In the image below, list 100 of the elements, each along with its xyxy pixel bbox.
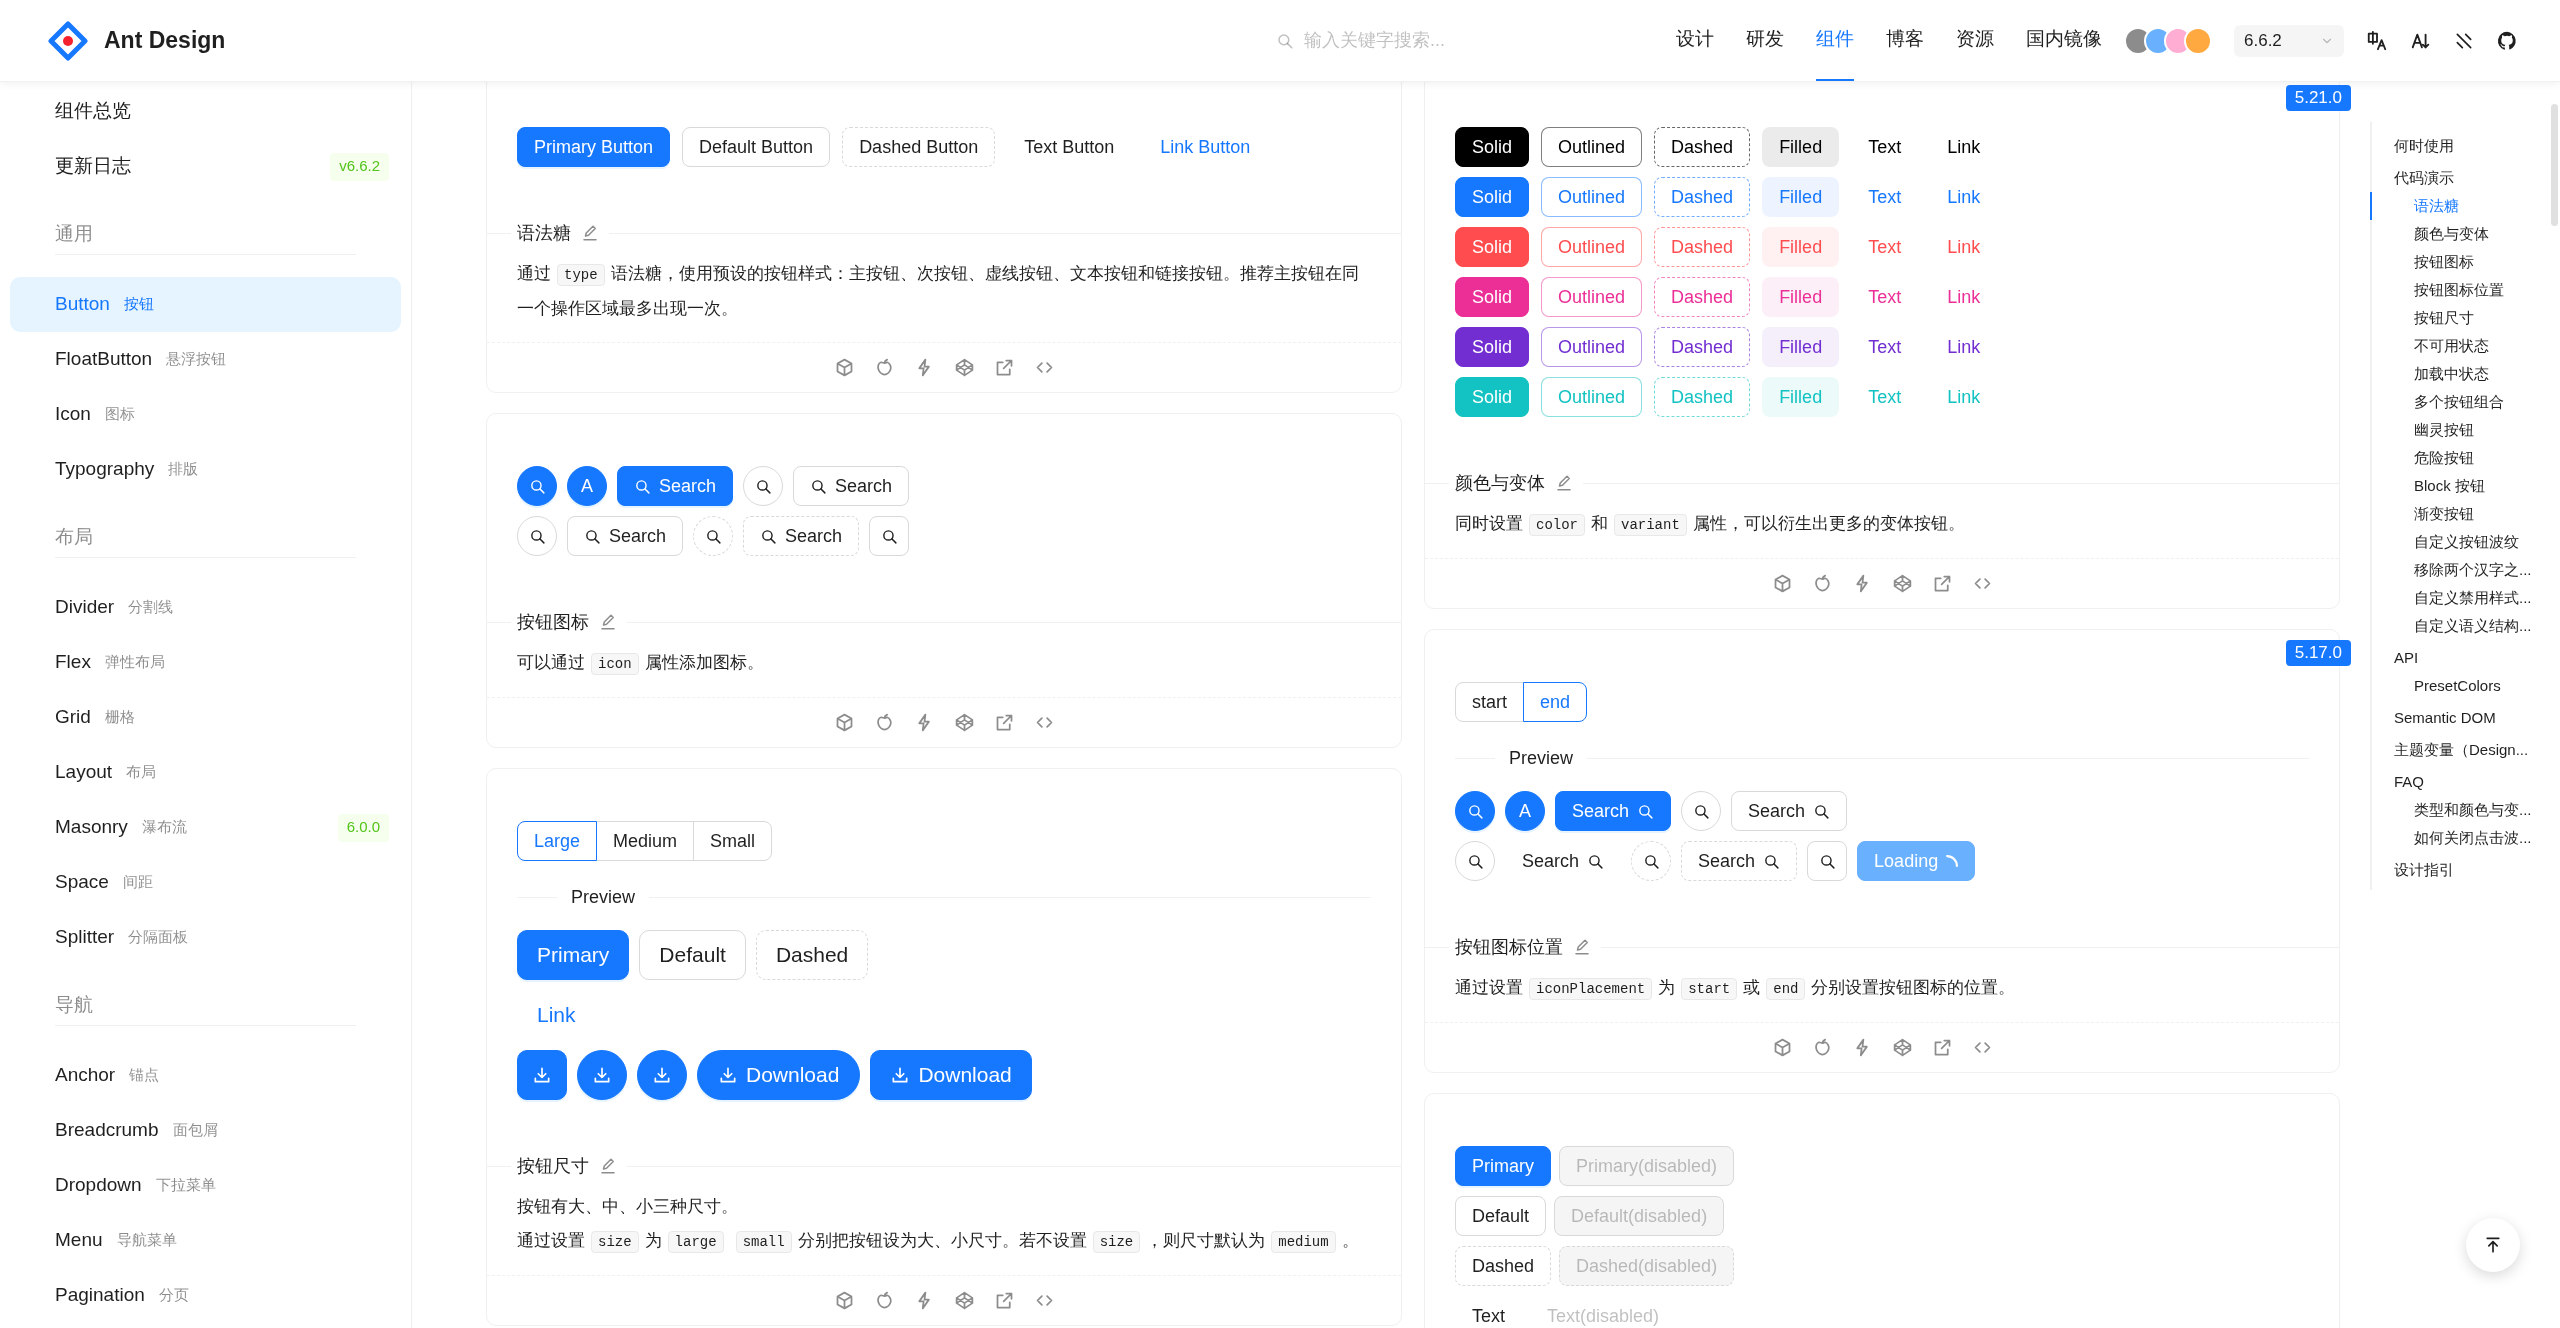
text-button[interactable]: Text — [1851, 277, 1919, 317]
solid-button[interactable]: Solid — [1455, 177, 1530, 217]
toc-link[interactable]: 代码演示 — [2370, 164, 2550, 192]
primary-button[interactable]: A — [1505, 791, 1545, 831]
sidebar-item[interactable]: Typography 排版 — [10, 442, 401, 497]
icon-button[interactable] — [517, 466, 557, 506]
back-to-top-button[interactable] — [2466, 1218, 2520, 1272]
toc-link[interactable]: 自定义语义结构... — [2370, 612, 2550, 640]
sidebar-item[interactable]: Flex 弹性布局 — [10, 635, 401, 690]
primary-button[interactable]: Download — [697, 1050, 861, 1100]
outlined-button[interactable]: Outlined — [1541, 177, 1643, 217]
sidebar-item[interactable]: Masonry 瀑布流 6.0.0 — [10, 800, 401, 855]
site-name[interactable]: Ant Design — [104, 23, 226, 58]
nav-tab[interactable]: 设计 — [1676, 0, 1714, 81]
toc-link[interactable]: 危险按钮 — [2370, 444, 2550, 472]
scrollbar-thumb[interactable] — [2551, 104, 2558, 226]
primary-button[interactable]: Primary Button — [517, 127, 671, 167]
toc-link[interactable]: 设计指引 — [2370, 856, 2550, 884]
icon-button[interactable] — [517, 1050, 567, 1100]
primary-button[interactable]: Download — [870, 1050, 1032, 1100]
hexagon-icon[interactable] — [953, 1290, 975, 1311]
sidebar-item[interactable]: Divider 分割线 — [10, 580, 401, 635]
toc-link[interactable]: 何时使用 — [2370, 132, 2550, 160]
sidebar-item[interactable]: Dropdown 下拉菜单 — [10, 1158, 401, 1213]
toc-link[interactable]: 颜色与变体 — [2370, 220, 2550, 248]
sidebar-item[interactable]: Grid 栅格 — [10, 690, 401, 745]
outlined-button[interactable]: Outlined — [1541, 277, 1643, 317]
link-button[interactable]: Link Button — [1143, 127, 1268, 167]
outlined-button[interactable]: Outlined — [1541, 327, 1643, 367]
sidebar-item[interactable]: FloatButton 悬浮按钮 — [10, 332, 401, 387]
sidebar-item[interactable]: Space 间距 — [10, 855, 401, 910]
outlined-button[interactable]: Outlined — [1541, 127, 1643, 167]
toc-link[interactable]: 按钮图标 — [2370, 248, 2550, 276]
dashed-button[interactable]: Search — [1681, 841, 1798, 881]
sidebar-item[interactable]: Anchor 锚点 — [10, 1048, 401, 1103]
toc-link[interactable]: PresetColors — [2370, 672, 2550, 700]
sidebar-item[interactable]: 更新日志 v6.6.2 — [10, 139, 401, 194]
search-field[interactable]: 输入关键字搜索... — [1304, 27, 1544, 54]
solid-button[interactable]: Solid — [1455, 327, 1530, 367]
translate-icon[interactable] — [2366, 29, 2388, 52]
default-button[interactable]: Default Button — [682, 127, 831, 167]
text-button[interactable]: Text — [1455, 1296, 1522, 1328]
solid-button[interactable]: Solid — [1455, 127, 1530, 167]
default-button[interactable]: Search — [1731, 791, 1848, 831]
segment-option[interactable]: end — [1523, 682, 1588, 722]
segment-option[interactable]: Medium — [596, 821, 695, 861]
link-button[interactable]: Link — [1930, 127, 1998, 167]
toc-link[interactable]: 不可用状态 — [2370, 332, 2550, 360]
version-select[interactable]: 6.6.2 — [2234, 24, 2344, 57]
dashed-button[interactable]: Dashed — [1654, 277, 1751, 317]
sidebar-item[interactable]: Splitter 分隔面板 — [10, 910, 401, 965]
dashed-button[interactable]: Dashed — [1455, 1246, 1552, 1286]
filled-button[interactable]: Filled — [1762, 277, 1840, 317]
link-button[interactable]: Link — [1930, 277, 1998, 317]
text-button[interactable]: Text — [1851, 327, 1919, 367]
filled-button[interactable]: Filled — [1762, 177, 1840, 217]
toc-link[interactable]: 渐变按钮 — [2370, 500, 2550, 528]
toc-link[interactable]: 多个按钮组合 — [2370, 388, 2550, 416]
segment-option[interactable]: Large — [517, 821, 598, 861]
toc-link[interactable]: 类型和颜色与变... — [2370, 796, 2550, 824]
toc-link[interactable]: Semantic DOM — [2370, 704, 2550, 732]
link-button[interactable]: Link — [1930, 177, 1998, 217]
segment-option[interactable]: start — [1455, 682, 1524, 722]
edit-icon[interactable] — [581, 224, 599, 242]
sidebar-item[interactable]: Layout 布局 — [10, 745, 401, 800]
dashed-button[interactable]: Dashed Button — [842, 127, 996, 167]
dashed-button[interactable]: Dashed — [1654, 177, 1751, 217]
toc-link[interactable]: Block 按钮 — [2370, 472, 2550, 500]
nav-tab[interactable]: 国内镜像 — [2026, 0, 2102, 81]
dashed-button[interactable]: Dashed — [1654, 327, 1751, 367]
primary-button[interactable]: Primary — [517, 930, 630, 980]
hexagon-icon[interactable] — [953, 712, 975, 733]
edit-icon[interactable] — [599, 1157, 617, 1175]
toc-link[interactable]: 按钮图标位置 — [2370, 276, 2550, 304]
segment-option[interactable]: Small — [693, 821, 773, 861]
primary-button[interactable]: Primary — [1455, 1146, 1551, 1186]
edit-icon[interactable] — [1573, 938, 1591, 956]
filled-button[interactable]: Filled — [1762, 127, 1840, 167]
nav-tab[interactable]: 研发 — [1746, 0, 1784, 81]
icon-button[interactable] — [1455, 791, 1495, 831]
solid-button[interactable]: Solid — [1455, 277, 1530, 317]
default-button[interactable]: Default — [1455, 1196, 1547, 1236]
toc-link[interactable]: API — [2370, 644, 2550, 672]
text-button[interactable]: Text — [1851, 127, 1919, 167]
sidebar-item[interactable]: Menu 导航菜单 — [10, 1213, 401, 1268]
default-button[interactable]: Search — [567, 516, 684, 556]
primary-button[interactable]: A — [567, 466, 607, 506]
dashed-button[interactable]: Search — [743, 516, 860, 556]
hexagon-icon[interactable] — [953, 357, 975, 378]
edit-icon[interactable] — [1555, 474, 1573, 492]
toc-link[interactable]: 加载中状态 — [2370, 360, 2550, 388]
sidebar-item[interactable]: 组件总览 — [10, 84, 401, 139]
hexagon-icon[interactable] — [1891, 1037, 1913, 1058]
toc-link[interactable]: 按钮尺寸 — [2370, 304, 2550, 332]
sidebar-item[interactable]: Pagination 分页 — [10, 1268, 401, 1323]
toc-link[interactable]: FAQ — [2370, 768, 2550, 796]
sidebar-item[interactable]: Breadcrumb 面包屑 — [10, 1103, 401, 1158]
primary-button[interactable]: Search — [617, 466, 734, 506]
default-button[interactable]: Default — [639, 930, 746, 980]
logo-icon[interactable] — [48, 20, 88, 61]
